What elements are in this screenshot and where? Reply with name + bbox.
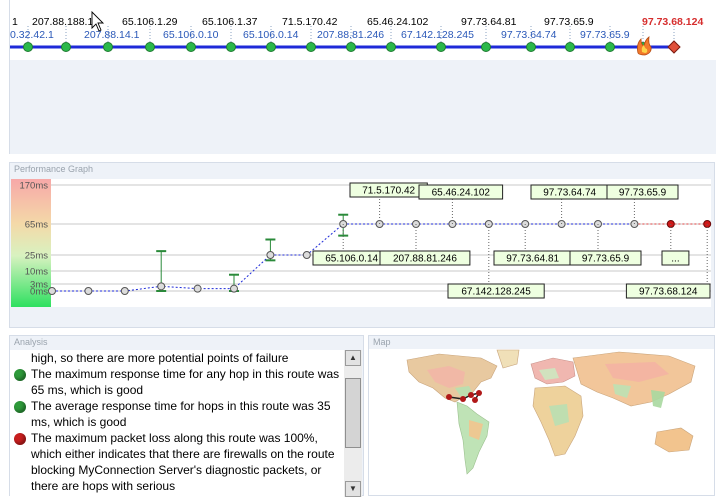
route-hop-top-label[interactable]: 71.5.170.42 xyxy=(282,16,338,28)
analysis-text: The maximum response time for any hop in… xyxy=(31,367,340,397)
route-hop-node[interactable] xyxy=(436,42,446,52)
route-hop-node[interactable] xyxy=(266,42,276,52)
data-point[interactable] xyxy=(302,251,311,259)
route-hop-node[interactable] xyxy=(186,42,196,52)
map-route-marker xyxy=(446,394,452,400)
route-hop-top-label[interactable]: 97.73.64.81 xyxy=(461,16,517,28)
route-hop-node[interactable] xyxy=(605,42,615,52)
route-hop-node[interactable] xyxy=(23,42,33,52)
route-hop-bottom-label[interactable]: 207.88.14.1 xyxy=(84,29,140,41)
route-hop-bottom-label[interactable]: 207.88.81.246 xyxy=(317,29,384,41)
map-route-marker xyxy=(468,392,474,398)
performance-chart[interactable]: 170ms65ms25ms10ms3ms0ms71.5.170.42 65.46.… xyxy=(10,163,714,327)
route-hop-bottom-label[interactable]: 67.142.128.245 xyxy=(401,29,474,41)
route-hop-bottom-label[interactable]: 97.73.65.9 xyxy=(580,29,630,41)
hop-label-text[interactable]: 97.73.65.9 xyxy=(582,254,630,265)
route-hop-node[interactable] xyxy=(145,42,155,52)
data-point[interactable] xyxy=(120,287,129,295)
route-hop-bottom-label[interactable]: 65.106.0.10 xyxy=(163,29,219,41)
analysis-text: The average response time for hops in th… xyxy=(31,399,331,429)
route-hop-node[interactable] xyxy=(481,42,491,52)
route-hop-top-label[interactable]: 65.106.1.37 xyxy=(202,16,258,28)
status-bad-icon xyxy=(14,433,26,445)
analysis-list: high, so there are more potential points… xyxy=(10,350,344,497)
route-destination-label[interactable]: 97.73.68.124 xyxy=(642,16,703,28)
route-hop-node[interactable] xyxy=(103,42,113,52)
route-hop-node[interactable] xyxy=(306,42,316,52)
y-tick-label: 25ms xyxy=(25,251,48,262)
route-hop-top-label[interactable]: 97.73.65.9 xyxy=(544,16,594,28)
route-hop-node[interactable] xyxy=(226,42,236,52)
data-point[interactable] xyxy=(48,287,56,295)
route-hop-node[interactable] xyxy=(61,42,71,52)
hop-label-text[interactable]: 65.106.0.14 xyxy=(325,254,378,265)
status-good-icon xyxy=(14,401,26,413)
y-tick-label: 0ms xyxy=(30,287,48,298)
route-hop-top-label[interactable]: 65.106.1.29 xyxy=(122,16,178,28)
performance-graph-panel: Performance Graph 170ms 65ms 25ms 10ms 3ms 0m… xyxy=(9,162,715,328)
scroll-up-button[interactable]: ▲ xyxy=(345,350,361,366)
analysis-item: The average response time for hops in th… xyxy=(10,398,344,430)
route-diagram[interactable]: 1 207.88.188.1 65.106.1.29 65.106.1.37 71.5.… xyxy=(10,0,716,154)
route-hop-top-label[interactable]: 1 xyxy=(12,16,18,28)
scroll-thumb[interactable] xyxy=(345,378,361,448)
hop-label-text[interactable]: 67.142.128.245 xyxy=(461,287,531,298)
analysis-item: The maximum response time for any hop in… xyxy=(10,366,344,398)
map-route-marker xyxy=(472,397,478,403)
status-good-icon xyxy=(14,369,26,381)
data-point[interactable] xyxy=(230,284,238,293)
data-point[interactable] xyxy=(266,251,275,259)
route-hop-node[interactable] xyxy=(386,42,396,52)
world-map[interactable] xyxy=(369,336,714,495)
hop-label-text[interactable]: 71.5.170.42 xyxy=(362,186,415,197)
analysis-title: Analysis xyxy=(14,337,48,347)
data-point[interactable] xyxy=(157,282,166,291)
hop-label-text[interactable]: 97.73.65.9 xyxy=(619,188,667,199)
y-tick-label: 65ms xyxy=(25,220,48,231)
y-tick-label: 10ms xyxy=(25,267,48,278)
analysis-text: The maximum packet loss along this route… xyxy=(31,431,335,493)
map-panel: Map xyxy=(368,335,715,496)
hop-label-text[interactable]: 207.88.81.246 xyxy=(393,254,457,265)
hop-label-text[interactable]: 97.73.64.81 xyxy=(506,254,559,265)
analysis-scrollbar[interactable]: ▲ ▼ xyxy=(344,350,362,497)
route-hop-node[interactable] xyxy=(526,42,536,52)
hop-label-text[interactable]: 97.73.64.74 xyxy=(543,188,596,199)
route-hop-bottom-label[interactable]: 65.106.0.14 xyxy=(243,29,299,41)
route-hop-node[interactable] xyxy=(346,42,356,52)
hop-label-text[interactable]: 65.46.24.102 xyxy=(432,188,491,199)
map-route-marker xyxy=(460,396,466,402)
route-panel: 1 207.88.188.1 65.106.1.29 65.106.1.37 71.5.… xyxy=(9,0,716,154)
route-hop-top-label[interactable]: 65.46.24.102 xyxy=(367,16,428,28)
route-hop-bottom-label[interactable]: 0.32.42.1 xyxy=(10,29,54,41)
data-point[interactable] xyxy=(193,284,202,293)
route-hop-bottom-label[interactable]: 97.73.64.74 xyxy=(501,29,557,41)
analysis-item: The maximum packet loss along this route… xyxy=(10,430,344,494)
map-route-marker xyxy=(476,390,482,396)
analysis-text: high, so there are more potential points… xyxy=(31,351,289,365)
hop-label-text[interactable]: ... xyxy=(671,254,679,265)
hop-label-text[interactable]: 97.73.68.124 xyxy=(639,287,698,298)
data-point[interactable] xyxy=(84,287,93,295)
route-hop-top-label[interactable]: 207.88.188.1 xyxy=(32,16,93,28)
analysis-panel: Analysis high, so there are more potenti… xyxy=(9,335,364,497)
scroll-down-button[interactable]: ▼ xyxy=(345,481,361,497)
y-tick-label: 170ms xyxy=(19,181,48,192)
route-hop-node[interactable] xyxy=(565,42,575,52)
analysis-item: high, so there are more potential points… xyxy=(10,350,344,366)
